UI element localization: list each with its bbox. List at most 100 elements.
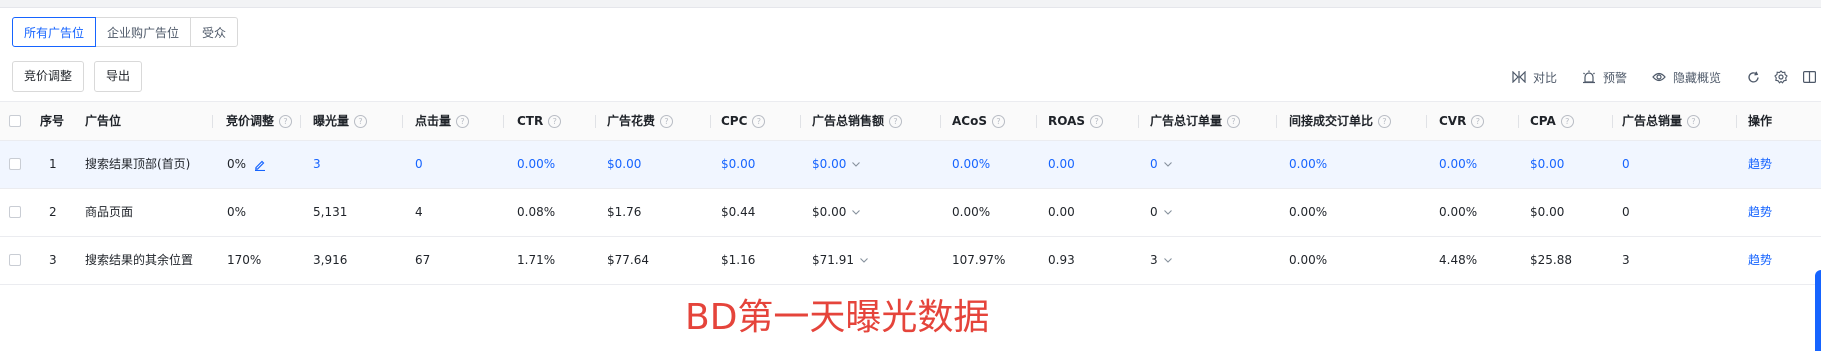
- help-icon[interactable]: ?: [456, 114, 470, 128]
- cell-placement: 商品页面: [85, 205, 134, 219]
- col-acos[interactable]: ACoS?: [952, 102, 1005, 140]
- cell-bid-adjust: 170%: [227, 253, 262, 267]
- col-clicks[interactable]: 点击量?: [415, 102, 470, 140]
- cell-placement: 搜索结果的其余位置: [85, 253, 194, 267]
- col-total-sales[interactable]: 广告总销售额?: [812, 102, 903, 140]
- tab-audience[interactable]: 受众: [190, 17, 239, 47]
- cell-clicks: 0: [415, 157, 423, 171]
- cell-cpa: $0.00: [1530, 157, 1565, 171]
- trend-link[interactable]: 趋势: [1748, 189, 1772, 236]
- col-cvr[interactable]: CVR?: [1439, 102, 1485, 140]
- help-icon[interactable]: ?: [1471, 114, 1485, 128]
- pencil-icon[interactable]: [254, 159, 266, 171]
- cell-cpc: $0.44: [721, 205, 756, 219]
- help-icon[interactable]: ?: [1560, 114, 1574, 128]
- chevron-down-icon[interactable]: [1163, 258, 1172, 263]
- cell-total-sales[interactable]: $0.00: [812, 189, 861, 236]
- help-icon[interactable]: ?: [889, 114, 903, 128]
- trend-link[interactable]: 趋势: [1748, 141, 1772, 188]
- cell-impressions: 5,131: [313, 205, 348, 219]
- cell-bid-adjust: 0%: [227, 205, 247, 219]
- chevron-down-icon[interactable]: [1163, 210, 1172, 215]
- compare-label: 对比: [1532, 70, 1557, 85]
- cell-total-units: 3: [1622, 253, 1630, 267]
- cell-acos: 0.00%: [952, 157, 991, 171]
- cell-bid-adjust: 0%: [227, 141, 266, 188]
- cell-total-sales[interactable]: $0.00: [812, 141, 861, 188]
- cell-spend: $77.64: [607, 253, 649, 267]
- select-all-checkbox[interactable]: [9, 115, 21, 127]
- col-placement: 广告位: [85, 114, 122, 128]
- cell-index: 1: [49, 157, 57, 171]
- col-cpc[interactable]: CPC?: [721, 102, 766, 140]
- cell-index: 3: [49, 253, 57, 267]
- cell-total-units: 0: [1622, 205, 1630, 219]
- cell-cvr: 0.00%: [1439, 157, 1478, 171]
- refresh-icon[interactable]: [1745, 69, 1761, 85]
- top-bar: [0, 0, 1821, 8]
- help-icon[interactable]: ?: [279, 114, 293, 128]
- table-row[interactable]: 1 搜索结果顶部(首页) 0% 3 0 0.00% $0.00 $0.00 $0…: [0, 141, 1821, 189]
- compare-button[interactable]: 对比: [1511, 69, 1557, 86]
- tab-all-placements[interactable]: 所有广告位: [12, 17, 97, 47]
- hide-overview-button[interactable]: 隐藏概览: [1651, 69, 1721, 86]
- help-icon[interactable]: ?: [991, 114, 1005, 128]
- alert-button[interactable]: 预警: [1581, 69, 1627, 86]
- bid-adjust-button[interactable]: 竞价调整: [12, 61, 85, 92]
- cell-clicks: 67: [415, 253, 431, 267]
- cell-total-orders[interactable]: 3: [1150, 237, 1172, 284]
- cell-total-sales[interactable]: $71.91: [812, 237, 868, 284]
- help-icon[interactable]: ?: [1090, 114, 1104, 128]
- side-floating-button[interactable]: [1815, 270, 1821, 351]
- table-row[interactable]: 2 商品页面 0% 5,131 4 0.08% $1.76 $0.44 $0.0…: [0, 189, 1821, 237]
- col-spend[interactable]: 广告花费?: [607, 102, 674, 140]
- col-roas[interactable]: ROAS?: [1048, 102, 1104, 140]
- cell-cpa: $0.00: [1530, 205, 1565, 219]
- cell-cvr: 0.00%: [1439, 205, 1478, 219]
- placement-tabs: 所有广告位 企业购广告位 受众: [12, 17, 239, 47]
- help-icon[interactable]: ?: [660, 114, 674, 128]
- col-bid-adjust[interactable]: 竞价调整?: [226, 102, 293, 140]
- help-icon[interactable]: ?: [752, 114, 766, 128]
- annotation-caption: BD第一天曝光数据: [685, 297, 990, 338]
- help-icon[interactable]: ?: [1687, 114, 1701, 128]
- cell-indirect-order-ratio: 0.00%: [1289, 157, 1328, 171]
- help-icon[interactable]: ?: [354, 114, 368, 128]
- chevron-down-icon[interactable]: [1163, 162, 1172, 167]
- help-icon[interactable]: ?: [1227, 114, 1241, 128]
- cell-total-orders[interactable]: 0: [1150, 141, 1172, 188]
- trend-link[interactable]: 趋势: [1748, 237, 1772, 284]
- col-cpa[interactable]: CPA?: [1530, 102, 1574, 140]
- col-impressions[interactable]: 曝光量?: [313, 102, 368, 140]
- hide-overview-label: 隐藏概览: [1672, 70, 1721, 85]
- settings-icon[interactable]: [1773, 69, 1789, 85]
- cell-cpc: $0.00: [721, 157, 756, 171]
- col-total-units[interactable]: 广告总销量?: [1622, 102, 1701, 140]
- help-icon[interactable]: ?: [1378, 114, 1392, 128]
- table-toolbar: 对比 预警 隐藏概览: [1511, 68, 1821, 86]
- chevron-down-icon[interactable]: [852, 162, 861, 167]
- cell-spend: $1.76: [607, 205, 642, 219]
- col-index: 序号: [40, 114, 65, 128]
- cell-total-units: 0: [1622, 157, 1630, 171]
- row-checkbox[interactable]: [9, 254, 21, 266]
- row-checkbox[interactable]: [9, 158, 21, 170]
- tab-business-placements[interactable]: 企业购广告位: [95, 17, 192, 47]
- export-button[interactable]: 导出: [94, 61, 143, 92]
- cell-indirect-order-ratio: 0.00%: [1289, 205, 1328, 219]
- cell-roas: 0.00: [1048, 157, 1075, 171]
- col-total-orders[interactable]: 广告总订单量?: [1150, 102, 1241, 140]
- row-checkbox[interactable]: [9, 206, 21, 218]
- cell-impressions: 3,916: [313, 253, 348, 267]
- cell-total-orders[interactable]: 0: [1150, 189, 1172, 236]
- table-row[interactable]: 3 搜索结果的其余位置 170% 3,916 67 1.71% $77.64 $…: [0, 237, 1821, 285]
- help-icon[interactable]: ?: [548, 114, 562, 128]
- col-ctr[interactable]: CTR?: [517, 102, 562, 140]
- chevron-down-icon[interactable]: [860, 258, 868, 263]
- chevron-down-icon[interactable]: [852, 210, 861, 215]
- cell-index: 2: [49, 205, 57, 219]
- cell-roas: 0.93: [1048, 253, 1075, 267]
- cell-impressions: 3: [313, 157, 321, 171]
- col-indirect-order-ratio[interactable]: 间接成交订单比?: [1289, 102, 1392, 140]
- columns-icon[interactable]: [1801, 69, 1817, 85]
